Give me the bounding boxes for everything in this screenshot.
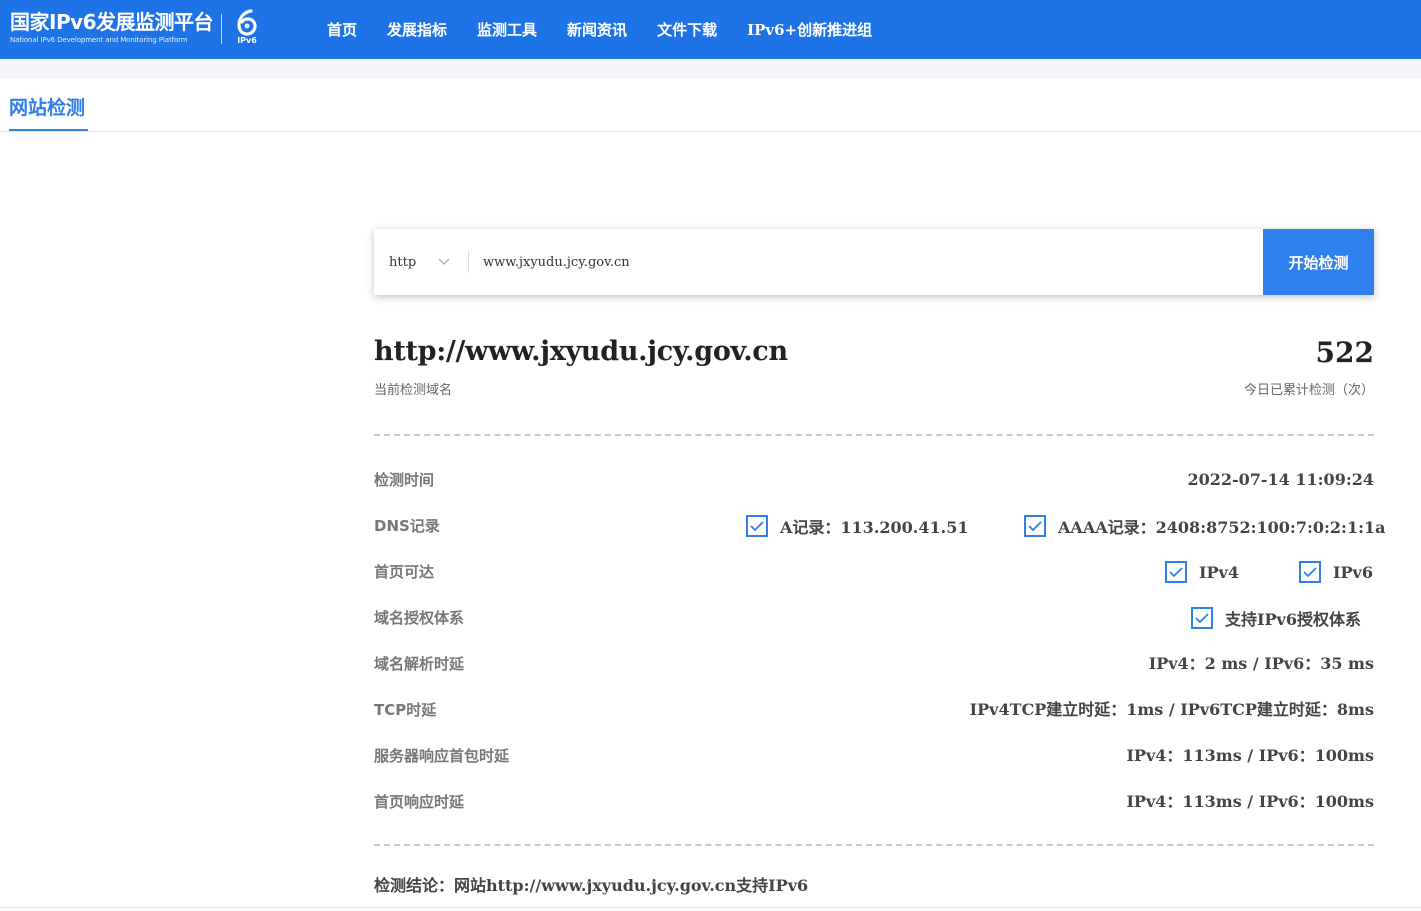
ipv6-auth-check: 支持IPv6授权体系 [1191, 606, 1361, 630]
tab-website-check[interactable]: 网站检测 [9, 93, 85, 120]
row-label: 检测时间 [374, 471, 435, 489]
ipv4-reachable-check: IPv4 [1165, 560, 1239, 584]
ipv4-reachable-text: IPv4 [1199, 562, 1239, 582]
checked-domain: http://www.jxyudu.jcy.gov.cn [374, 336, 788, 367]
row-label: 服务器响应首包时延 [374, 747, 510, 765]
row-domain-auth: 域名授权体系 支持IPv6授权体系 [374, 606, 1374, 630]
header-gap [0, 59, 1421, 79]
nav-tools[interactable]: 监测工具 [477, 19, 537, 40]
row-label: 域名授权体系 [374, 609, 465, 627]
checkbox-checked-icon [746, 515, 768, 537]
logo-subtitle: National IPv6 Development and Monitoring… [10, 36, 188, 44]
ipv6-badge-text: IPv6 [237, 36, 257, 45]
ipv6-badge: IPv6 [230, 8, 264, 52]
ipv6-logo-icon [237, 9, 257, 36]
row-label: DNS记录 [374, 517, 440, 535]
chevron-down-icon [438, 255, 450, 269]
tab-active-indicator [9, 129, 88, 131]
row-value: 2022-07-14 11:09:24 [1187, 470, 1374, 489]
top-header: 国家IPv6发展监测平台 National IPv6 Development a… [0, 0, 1421, 59]
nav-ipv6-plus[interactable]: IPv6+创新推进组 [747, 19, 872, 40]
check-conclusion: 检测结论：网站http://www.jxyudu.jcy.gov.cn支持IPv… [374, 876, 809, 895]
aaaa-record-text: AAAA记录：2408:8752:100:7:0:2:1:1a [1058, 518, 1386, 537]
nav-downloads[interactable]: 文件下载 [657, 19, 717, 40]
nav-indicators[interactable]: 发展指标 [387, 19, 447, 40]
row-label: 域名解析时延 [374, 655, 465, 673]
tab-bar: 网站检测 [0, 79, 1421, 132]
ipv6-reachable-check: IPv6 [1299, 560, 1373, 584]
row-label: 首页可达 [374, 563, 435, 581]
a-record-check: A记录：113.200.41.51 [746, 514, 968, 538]
protocol-select[interactable]: http [389, 229, 450, 295]
protocol-value: http [389, 254, 417, 270]
row-tcp-latency: TCP时延 IPv4TCP建立时延：1ms / IPv6TCP建立时延：8ms [374, 698, 1374, 722]
row-page-response-latency: 首页响应时延 IPv4：113ms / IPv6：100ms [374, 790, 1374, 814]
protocol-divider [468, 251, 469, 273]
nav-home[interactable]: 首页 [327, 19, 357, 40]
row-value: IPv4TCP建立时延：1ms / IPv6TCP建立时延：8ms [969, 700, 1374, 719]
row-first-packet-latency: 服务器响应首包时延 IPv4：113ms / IPv6：100ms [374, 744, 1374, 768]
search-box: http 开始检测 [374, 229, 1374, 295]
today-check-count: 522 [1315, 336, 1374, 369]
ipv6-auth-text: 支持IPv6授权体系 [1225, 610, 1361, 629]
logo-title: 国家IPv6发展监测平台 [10, 10, 214, 34]
row-check-time: 检测时间 2022-07-14 11:09:24 [374, 468, 1374, 492]
row-homepage-reachable: 首页可达 IPv4 IPv6 [374, 560, 1374, 584]
main-nav: 首页 发展指标 监测工具 新闻资讯 文件下载 IPv6+创新推进组 [327, 0, 902, 59]
divider-top [374, 434, 1374, 436]
aaaa-record-check: AAAA记录：2408:8752:100:7:0:2:1:1a [1024, 514, 1386, 538]
checkbox-checked-icon [1024, 515, 1046, 537]
bottom-border [0, 907, 1421, 908]
checked-domain-caption: 当前检测域名 [374, 383, 453, 398]
row-value: IPv4：113ms / IPv6：100ms [1126, 792, 1374, 811]
ipv6-reachable-text: IPv6 [1333, 562, 1373, 582]
row-label: 首页响应时延 [374, 793, 465, 811]
a-record-text: A记录：113.200.41.51 [780, 518, 969, 537]
row-value: IPv4：2 ms / IPv6：35 ms [1148, 654, 1374, 673]
logo-divider [221, 14, 222, 44]
checkbox-checked-icon [1299, 561, 1321, 583]
url-input[interactable] [483, 247, 1243, 277]
divider-bottom [374, 844, 1374, 846]
row-value: IPv4：113ms / IPv6：100ms [1126, 746, 1374, 765]
checkbox-checked-icon [1165, 561, 1187, 583]
site-logo[interactable]: 国家IPv6发展监测平台 National IPv6 Development a… [10, 8, 214, 44]
start-check-button[interactable]: 开始检测 [1263, 229, 1374, 295]
row-resolve-latency: 域名解析时延 IPv4：2 ms / IPv6：35 ms [374, 652, 1374, 676]
checkbox-checked-icon [1191, 607, 1213, 629]
row-label: TCP时延 [374, 701, 437, 719]
row-dns: DNS记录 A记录：113.200.41.51 AAAA记录：2408:8752… [374, 514, 1386, 538]
nav-news[interactable]: 新闻资讯 [567, 19, 627, 40]
today-check-count-caption: 今日已累计检测（次） [1243, 383, 1374, 398]
